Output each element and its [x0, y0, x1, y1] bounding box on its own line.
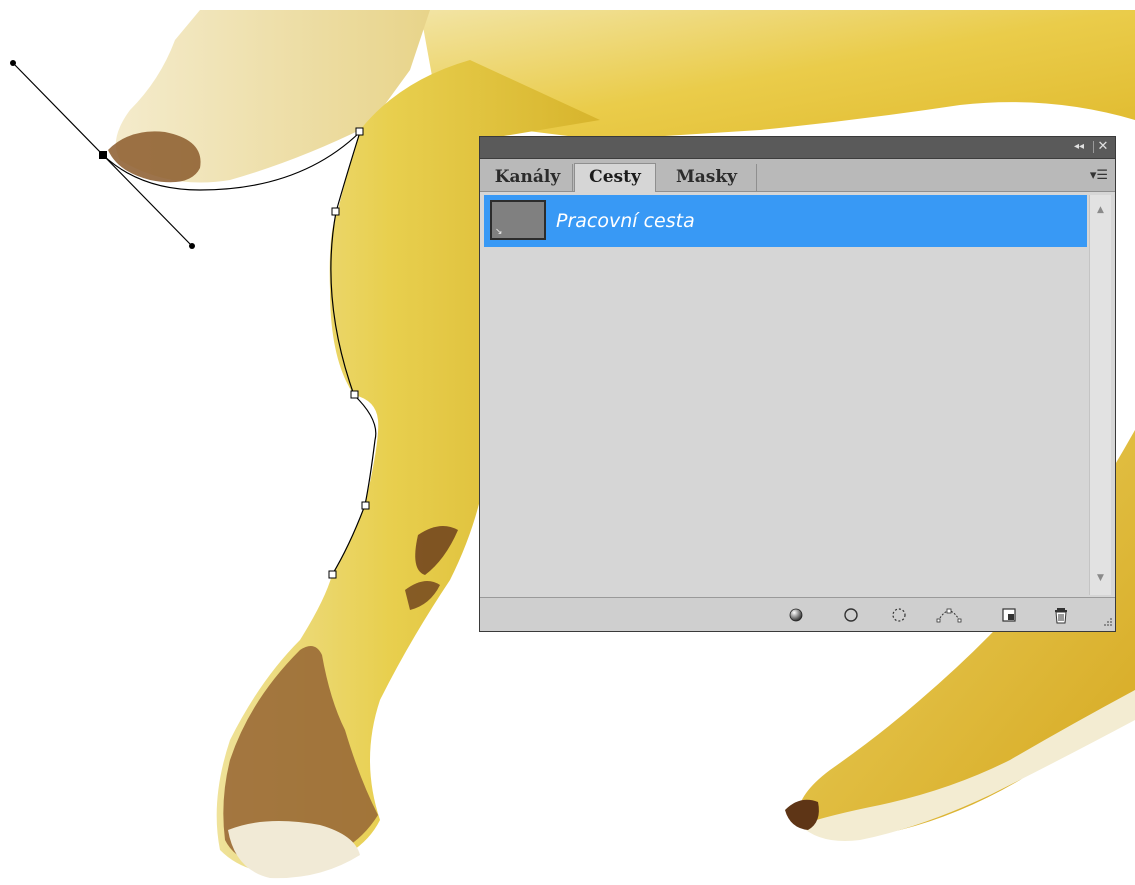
load-path-as-selection-icon[interactable] [888, 605, 910, 625]
anchor-point[interactable] [350, 390, 359, 399]
tab-channels[interactable]: Kanály [483, 164, 573, 192]
tab-paths[interactable]: Cesty [574, 163, 656, 192]
anchor-point[interactable] [331, 207, 340, 216]
anchor-point[interactable] [355, 127, 364, 136]
paths-panel: ◂◂ ✕ Kanály Cesty Masky ▾☰ ↘ Pracovní ce… [479, 136, 1116, 632]
stroke-path-icon[interactable] [840, 605, 862, 625]
make-work-path-icon[interactable] [935, 605, 963, 625]
paths-list: ↘ Pracovní cesta [484, 195, 1087, 595]
fill-path-icon[interactable] [785, 605, 807, 625]
anchor-point[interactable] [328, 570, 337, 579]
panel-titlebar[interactable]: ◂◂ ✕ [480, 137, 1115, 159]
close-icon[interactable]: ✕ [1095, 139, 1111, 155]
list-item[interactable]: ↘ Pracovní cesta [484, 195, 1087, 247]
titlebar-divider [1093, 141, 1094, 153]
path-name[interactable]: Pracovní cesta [556, 195, 695, 247]
scrollbar[interactable]: ▲ ▼ [1089, 195, 1111, 595]
scroll-down-arrow-icon[interactable]: ▼ [1090, 571, 1111, 585]
double-chevron-left-icon[interactable]: ◂◂ [1071, 140, 1087, 154]
bezier-path [102, 131, 377, 576]
handle-point[interactable] [10, 60, 16, 66]
path-glyph-icon: ↘ [495, 227, 503, 237]
panel-tabbar: Kanály Cesty Masky ▾☰ [480, 159, 1115, 192]
anchor-point[interactable] [361, 501, 370, 510]
resize-grip-icon[interactable] [1101, 617, 1113, 629]
path-thumbnail: ↘ [490, 200, 546, 240]
anchor-point-selected[interactable] [99, 151, 107, 159]
new-path-icon[interactable] [998, 605, 1020, 625]
panel-footer [480, 597, 1115, 631]
handle-point[interactable] [189, 243, 195, 249]
panel-menu-icon[interactable]: ▾☰ [1089, 168, 1109, 184]
scroll-up-arrow-icon[interactable]: ▲ [1090, 203, 1111, 217]
delete-path-icon[interactable] [1050, 605, 1072, 625]
tab-masks[interactable]: Masky [657, 164, 757, 192]
